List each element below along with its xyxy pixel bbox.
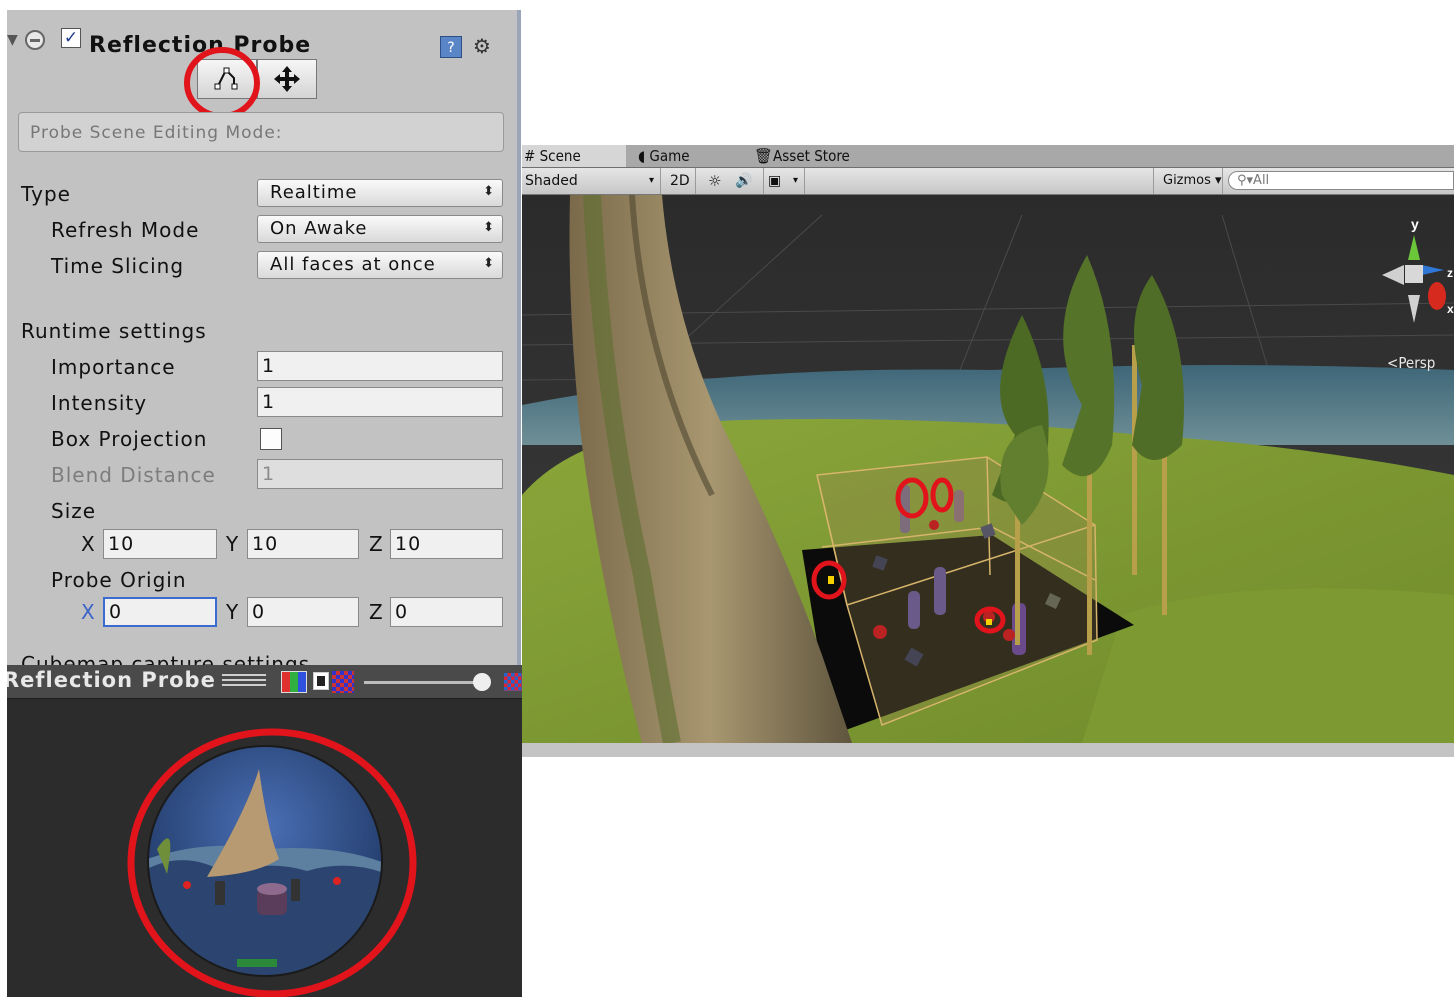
origin-x-label: X (81, 600, 95, 624)
gizmos-dropdown[interactable]: Gizmos ▾ (1163, 168, 1222, 194)
refresh-mode-dropdown[interactable]: On Awake ⬍ (257, 215, 503, 243)
mip-level-slider-thumb[interactable] (473, 673, 491, 691)
annotation-circle-edit-button (184, 47, 260, 119)
scene-render: y z x (522, 195, 1454, 743)
importance-label: Importance (51, 355, 176, 379)
grid-icon: # (524, 147, 536, 165)
box-projection-label: Box Projection (51, 427, 208, 451)
origin-x-field[interactable]: 0 (103, 597, 217, 627)
mip-level-icon (332, 671, 354, 693)
axis-y-label: y (1411, 216, 1419, 232)
origin-z-label: Z (369, 600, 383, 624)
size-y-label: Y (226, 532, 239, 556)
search-placeholder: All (1253, 173, 1270, 188)
gizmos-label: Gizmos (1163, 173, 1211, 188)
refresh-mode-value: On Awake (270, 218, 368, 239)
scene-viewport[interactable]: y z x <Persp (522, 195, 1454, 743)
intensity-field[interactable]: 1 (257, 387, 503, 417)
size-x-label: X (81, 532, 95, 556)
size-x-field[interactable]: 10 (103, 529, 217, 559)
size-y-field[interactable]: 10 (247, 529, 359, 559)
tab-scene[interactable]: # Scene (522, 145, 626, 167)
component-enabled-checkbox[interactable]: ✓ (61, 28, 81, 48)
projection-label: Persp (1398, 354, 1436, 372)
store-icon: 🗑 (754, 147, 774, 165)
cubemap-preview-sphere (127, 728, 417, 997)
reflection-probe-component-icon (25, 30, 45, 50)
chevron-down-icon: ▾ (649, 175, 655, 186)
type-value: Realtime (270, 182, 358, 203)
scene-audio-icon[interactable]: 🔊 (735, 168, 752, 194)
blend-distance-field: 1 (257, 459, 503, 489)
tab-asset-store-label: Asset Store (773, 147, 850, 165)
size-z-field[interactable]: 10 (390, 529, 503, 559)
dropdown-arrows-icon: ⬍ (483, 184, 494, 199)
origin-y-field[interactable]: 0 (247, 597, 359, 627)
origin-y-label: Y (226, 600, 239, 624)
preview-header: Reflection Probe (7, 665, 522, 699)
preview-panel: Reflection Probe (7, 665, 522, 997)
alpha-channel-icon[interactable] (313, 672, 329, 690)
scene-lighting-icon[interactable]: ☼ (708, 168, 721, 194)
help-icon[interactable]: ? (440, 36, 462, 58)
blend-distance-label: Blend Distance (51, 463, 216, 487)
drag-handle-icon[interactable] (222, 674, 266, 688)
time-slicing-value: All faces at once (270, 254, 436, 275)
window-tab-bar: # Scene ◖ Game 🗑Asset Store (522, 145, 1454, 168)
time-slicing-dropdown[interactable]: All faces at once ⬍ (257, 251, 503, 279)
tab-game-label: Game (649, 147, 690, 165)
scene-toolbar: Shaded ▾ 2D ☼ 🔊 ▣ ▾ Gizmos ▾ ⚲▾All (522, 168, 1454, 195)
checker-background-icon[interactable] (504, 673, 522, 691)
size-z-label: Z (369, 532, 383, 556)
move-origin-button[interactable] (257, 59, 317, 99)
tab-scene-label: Scene (539, 147, 581, 165)
tab-game[interactable]: ◖ Game (638, 145, 748, 167)
mip-level-slider[interactable] (364, 681, 484, 684)
tab-asset-store[interactable]: 🗑Asset Store (754, 145, 884, 167)
pacman-icon: ◖ (638, 147, 646, 165)
move-origin-icon (274, 66, 300, 92)
chevron-left-icon: < (1387, 354, 1399, 372)
probe-scene-editing-mode-hint: Probe Scene Editing Mode: (30, 123, 283, 143)
origin-z-field[interactable]: 0 (390, 597, 503, 627)
probe-origin-label: Probe Origin (51, 568, 187, 592)
type-label: Type (21, 182, 71, 206)
chevron-down-icon: ▾ (793, 175, 799, 186)
time-slicing-label: Time Slicing (51, 254, 185, 278)
dropdown-arrows-icon: ⬍ (483, 220, 494, 235)
scene-window: # Scene ◖ Game 🗑Asset Store Shaded ▾ 2D … (522, 145, 1454, 757)
shading-mode-dropdown[interactable]: Shaded (525, 168, 578, 194)
intensity-label: Intensity (51, 391, 148, 415)
box-projection-checkbox[interactable] (260, 428, 282, 450)
search-icon: ⚲▾ (1237, 173, 1254, 188)
inspector-panel: ▼ ✓ Reflection Probe ? ⚙ Probe Scene Edi… (7, 10, 521, 665)
type-dropdown[interactable]: Realtime ⬍ (257, 179, 503, 207)
importance-field[interactable]: 1 (257, 351, 503, 381)
scene-effects-icon[interactable]: ▣ (768, 168, 781, 194)
refresh-mode-label: Refresh Mode (51, 218, 200, 242)
preview-title: Reflection Probe (7, 668, 216, 692)
scene-search-input[interactable]: ⚲▾All (1228, 171, 1454, 190)
gear-icon[interactable]: ⚙ (473, 34, 491, 58)
toggle-2d-button[interactable]: 2D (670, 168, 690, 194)
probe-scene-editing-mode-box: Probe Scene Editing Mode: (18, 112, 504, 152)
projection-toggle[interactable]: <Persp (1387, 354, 1435, 372)
cubemap-capture-settings-heading: Cubemap capture settings (21, 652, 311, 665)
runtime-settings-heading: Runtime settings (21, 319, 207, 343)
scene-bottom-bar (522, 743, 1454, 757)
axis-x-label: x (1447, 302, 1454, 316)
size-label: Size (51, 499, 97, 523)
rgb-channel-icon[interactable] (281, 671, 307, 693)
foldout-arrow-icon[interactable]: ▼ (7, 32, 18, 48)
axis-z-label: z (1447, 266, 1453, 280)
dropdown-arrows-icon: ⬍ (483, 256, 494, 271)
